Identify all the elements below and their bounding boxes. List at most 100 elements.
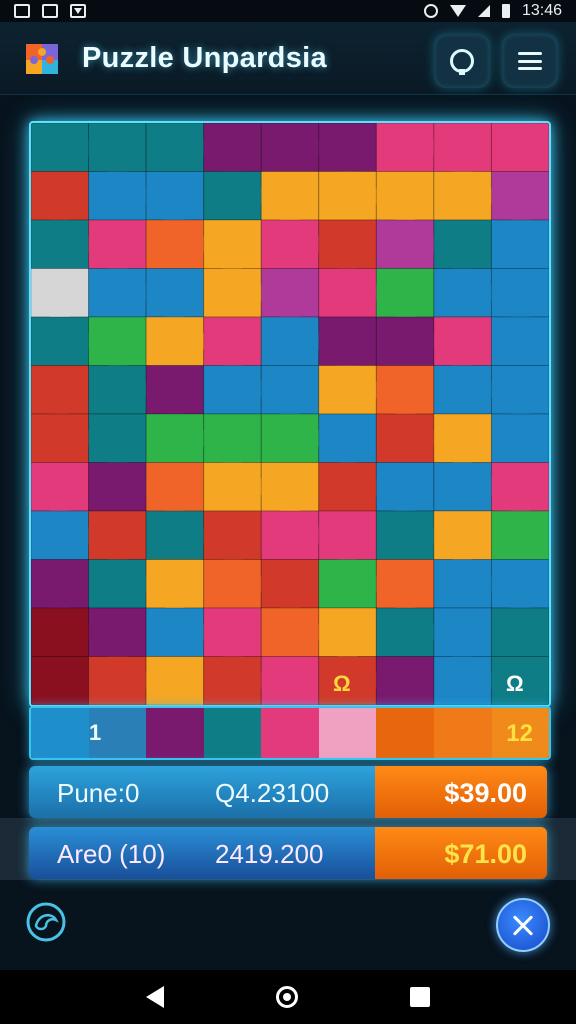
puzzle-piece[interactable] [145, 656, 205, 706]
puzzle-piece[interactable] [31, 607, 90, 657]
signal-icon [477, 5, 490, 17]
puzzle-piece[interactable] [318, 268, 377, 318]
tray-slot[interactable] [376, 708, 434, 758]
puzzle-piece[interactable] [88, 365, 147, 415]
stat-label: Are0 (10) [57, 839, 166, 869]
puzzle-piece[interactable] [490, 316, 549, 366]
tray-slot[interactable] [318, 708, 377, 758]
tray-slot[interactable] [31, 708, 89, 758]
system-nav-bar [0, 970, 576, 1024]
piece-badge-left: Ω [333, 671, 351, 696]
puzzle-piece[interactable] [203, 171, 262, 221]
puzzle-piece[interactable] [203, 656, 262, 706]
puzzle-piece[interactable] [375, 510, 435, 560]
stat-price: $71.00 [444, 839, 527, 869]
recent-apps-icon[interactable] [410, 987, 430, 1007]
stat-row-area[interactable]: Are0 (10) 2419.200 $71.00 [29, 827, 547, 879]
location-pin-icon [450, 49, 474, 75]
puzzle-piece[interactable] [433, 559, 492, 609]
puzzle-piece[interactable] [318, 171, 377, 221]
alarm-icon [423, 4, 438, 18]
puzzle-piece[interactable] [203, 365, 262, 415]
puzzle-piece[interactable] [88, 268, 147, 318]
menu-button[interactable] [502, 34, 558, 88]
dragon-icon-button[interactable] [24, 900, 68, 944]
puzzle-piece[interactable] [490, 123, 549, 172]
close-button[interactable] [496, 898, 550, 952]
puzzle-piece[interactable] [375, 316, 435, 366]
piece-tray[interactable]: 1 12 [29, 706, 551, 760]
puzzle-piece[interactable] [260, 316, 320, 366]
puzzle-grid[interactable] [31, 123, 549, 705]
puzzle-piece[interactable] [490, 607, 549, 657]
puzzle-piece[interactable] [31, 219, 90, 269]
puzzle-piece[interactable] [203, 268, 262, 318]
puzzle-piece[interactable] [145, 510, 205, 560]
gallery-icon [42, 4, 58, 18]
status-time: 13:46 [521, 2, 562, 19]
hamburger-menu-icon [518, 52, 542, 70]
app-logo-icon [26, 44, 58, 74]
puzzle-piece[interactable] [433, 268, 492, 318]
puzzle-piece[interactable] [375, 219, 435, 269]
status-bar: 13:46 [0, 0, 576, 22]
download-icon [70, 4, 86, 18]
stat-label: Pune:0 [57, 778, 140, 808]
puzzle-piece[interactable] [318, 365, 377, 415]
puzzle-piece[interactable] [375, 413, 435, 463]
home-icon[interactable] [276, 986, 298, 1008]
puzzle-piece[interactable] [88, 656, 147, 706]
puzzle-piece[interactable] [260, 607, 320, 657]
hint-button[interactable] [434, 34, 490, 88]
puzzle-piece[interactable] [433, 656, 492, 706]
puzzle-piece[interactable] [490, 510, 549, 560]
stat-value: 2419.200 [215, 839, 324, 869]
puzzle-piece[interactable] [203, 462, 262, 512]
puzzle-piece[interactable] [145, 316, 205, 366]
tray-slot[interactable] [261, 708, 319, 758]
stat-value: Q4.23100 [215, 778, 330, 808]
wifi-icon [449, 5, 466, 17]
puzzle-piece[interactable] [490, 219, 549, 269]
puzzle-piece[interactable] [375, 123, 435, 172]
tray-slot[interactable] [146, 708, 204, 758]
puzzle-board[interactable]: Ω Ω [29, 121, 551, 707]
tray-slot[interactable] [433, 708, 492, 758]
puzzle-piece[interactable] [88, 559, 147, 609]
puzzle-piece[interactable] [260, 510, 320, 560]
puzzle-piece[interactable] [433, 171, 492, 221]
notification-icon [14, 4, 30, 18]
puzzle-piece[interactable] [260, 219, 320, 269]
puzzle-piece[interactable] [31, 316, 90, 366]
puzzle-piece[interactable] [145, 607, 205, 657]
stat-row-pune[interactable]: Pune:0 Q4.23100 $39.00 [29, 766, 547, 818]
puzzle-piece[interactable] [203, 559, 262, 609]
puzzle-piece[interactable] [145, 413, 205, 463]
stat-price: $39.00 [444, 778, 527, 808]
app-title: Puzzle Unpardsia [82, 42, 327, 74]
puzzle-piece[interactable] [490, 413, 549, 463]
puzzle-piece[interactable] [88, 462, 147, 512]
puzzle-piece[interactable] [433, 462, 492, 512]
puzzle-piece[interactable] [375, 656, 435, 706]
battery-icon [501, 4, 510, 18]
puzzle-piece[interactable] [260, 413, 320, 463]
puzzle-piece[interactable] [375, 607, 435, 657]
back-icon[interactable] [146, 986, 164, 1008]
puzzle-piece[interactable] [31, 656, 90, 706]
tray-slot[interactable] [203, 708, 262, 758]
puzzle-piece[interactable] [88, 171, 147, 221]
puzzle-piece[interactable] [260, 656, 320, 706]
puzzle-piece[interactable] [433, 365, 492, 415]
tray-left-label: 1 [89, 720, 102, 745]
tray-right-label: 12 [506, 720, 533, 747]
puzzle-piece[interactable] [145, 123, 205, 172]
puzzle-piece[interactable] [31, 123, 90, 172]
puzzle-piece[interactable] [318, 559, 377, 609]
puzzle-piece[interactable] [260, 123, 320, 172]
piece-badge-right: Ω [506, 671, 524, 696]
puzzle-piece[interactable] [31, 413, 90, 463]
puzzle-piece[interactable] [31, 510, 90, 560]
puzzle-piece[interactable] [318, 462, 377, 512]
puzzle-piece[interactable] [145, 219, 205, 269]
